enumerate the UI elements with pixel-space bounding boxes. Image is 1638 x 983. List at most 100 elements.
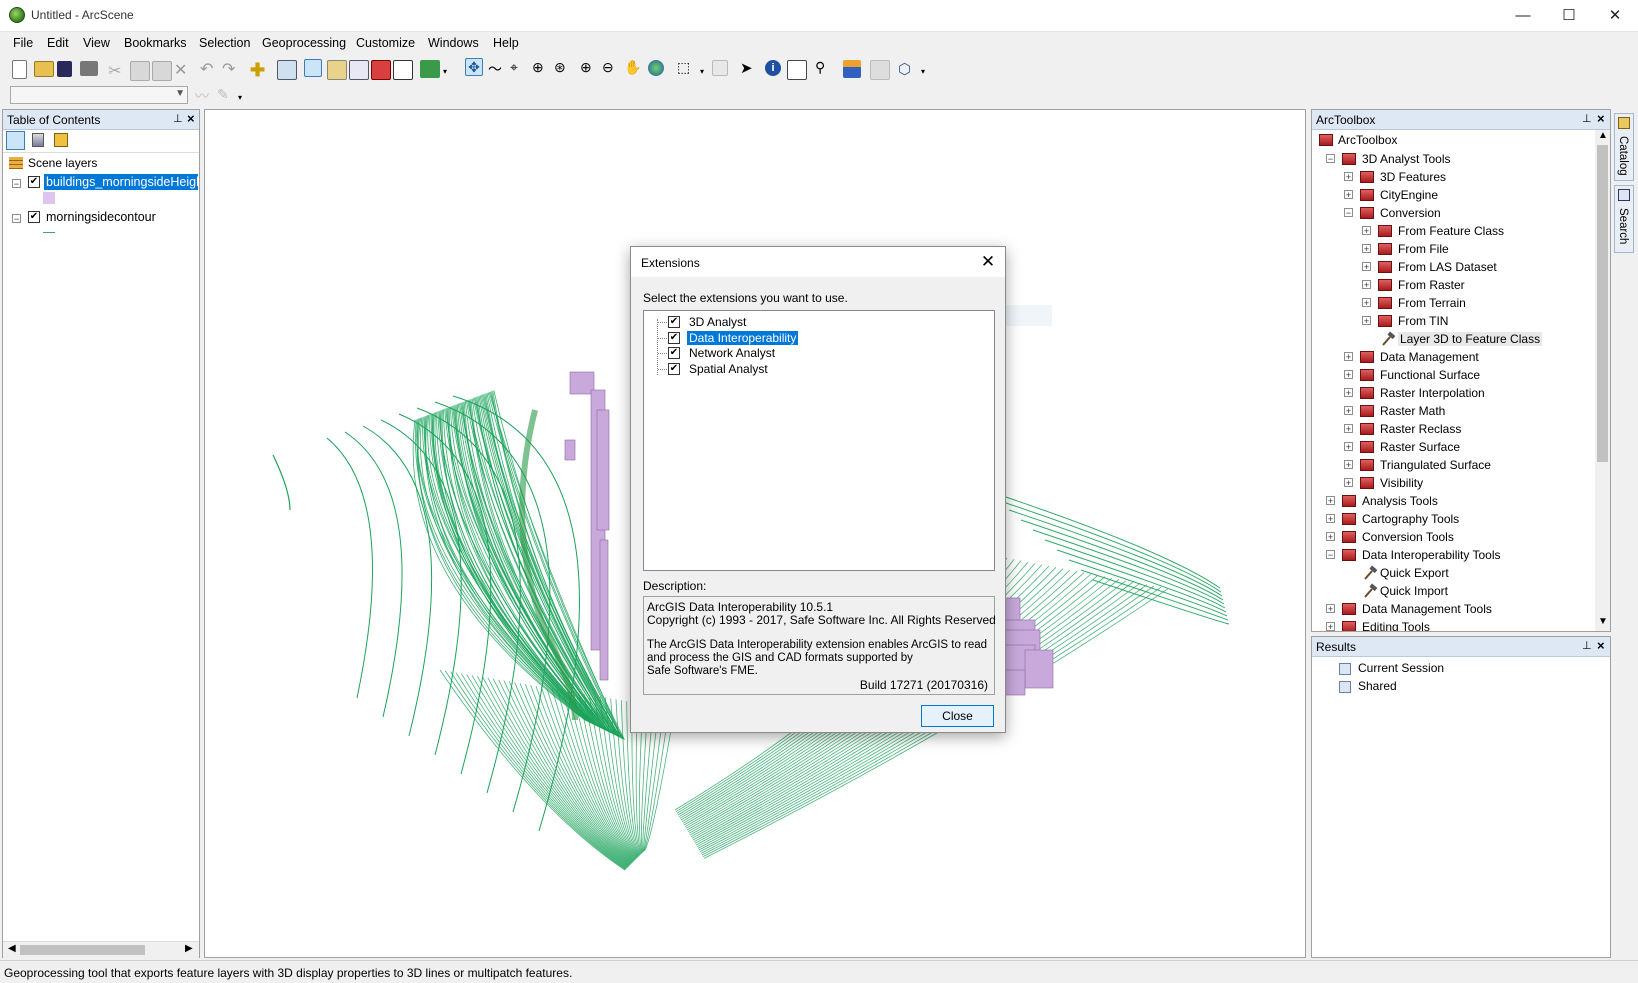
expand-icon[interactable]: + xyxy=(1326,532,1335,542)
3d-effects-icon[interactable]: ⬡ xyxy=(898,60,916,78)
navigate-icon[interactable]: ✥ xyxy=(465,58,483,76)
print-icon[interactable] xyxy=(80,61,98,76)
extension-checkbox[interactable]: ✔ xyxy=(668,362,680,375)
html-popup-icon[interactable] xyxy=(787,60,807,80)
expand-icon[interactable]: + xyxy=(1344,460,1353,470)
extension-checkbox[interactable]: ✔ xyxy=(668,331,680,344)
zoom-to-target-icon[interactable]: ⊕ xyxy=(532,59,550,77)
pin-icon[interactable]: ⊥ xyxy=(173,112,183,125)
toolbox-tree-item[interactable]: + From Terrain xyxy=(1312,294,1594,312)
identify-icon[interactable]: i xyxy=(765,60,781,76)
expand-icon[interactable]: + xyxy=(1344,370,1353,380)
scroll-up-icon[interactable]: ▲ xyxy=(1598,130,1608,141)
expand-icon[interactable]: + xyxy=(1344,478,1353,488)
toc-horizontal-scrollbar[interactable]: ◀ ▶ xyxy=(3,941,199,958)
toolbox-tree-item[interactable]: + From Feature Class xyxy=(1312,222,1594,240)
scene-properties-icon[interactable] xyxy=(277,60,297,80)
expand-icon[interactable]: + xyxy=(1362,280,1371,290)
pan-icon[interactable]: ✋ xyxy=(624,59,642,77)
toolbox-tree-item[interactable]: + Raster Interpolation xyxy=(1312,384,1594,402)
delete-icon[interactable]: ✕ xyxy=(174,60,192,79)
toolbox-tree-item[interactable]: + Data Management Tools xyxy=(1312,600,1594,618)
save-icon[interactable] xyxy=(57,61,72,77)
toolbar-overflow-2-icon[interactable]: ▾ xyxy=(921,67,929,77)
layer-visibility-checkbox[interactable]: ✔ xyxy=(28,211,40,223)
search-window-icon[interactable] xyxy=(349,60,369,80)
toolbox-tree-item[interactable]: + Cartography Tools xyxy=(1312,510,1594,528)
collapse-icon[interactable]: − xyxy=(1344,208,1353,218)
zoom-in-icon[interactable]: ⊕ xyxy=(580,59,598,77)
paste-icon[interactable] xyxy=(152,61,172,81)
catalog-window-icon[interactable] xyxy=(327,60,347,80)
select-elements-icon[interactable]: ➤ xyxy=(740,59,758,77)
select-dropdown-icon[interactable]: ▾ xyxy=(700,67,708,77)
toolbox-tree-item[interactable]: + Conversion Tools xyxy=(1312,528,1594,546)
close-window-button[interactable]: ✕ xyxy=(1592,0,1638,31)
find-icon[interactable]: ⚲ xyxy=(815,59,833,77)
toolbox-tree-item[interactable]: Layer 3D to Feature Class xyxy=(1312,330,1594,348)
open-folder-icon[interactable] xyxy=(34,61,54,77)
interpolate-point-icon[interactable]: ✎ xyxy=(217,86,235,104)
redo-icon[interactable]: ↷ xyxy=(222,59,240,78)
layer-visibility-checkbox[interactable]: ✔ xyxy=(28,176,40,188)
python-window-icon[interactable] xyxy=(393,60,413,80)
expand-icon[interactable]: + xyxy=(1362,244,1371,254)
center-on-target-icon[interactable]: ⌖ xyxy=(510,59,528,77)
modelbuilder-icon[interactable] xyxy=(420,60,440,78)
collapse-icon[interactable]: − xyxy=(12,214,21,224)
toolbox-tree-item[interactable]: + Raster Surface xyxy=(1312,438,1594,456)
toolbox-tree-item[interactable]: + Triangulated Surface xyxy=(1312,456,1594,474)
expand-icon[interactable]: + xyxy=(1326,496,1335,506)
close-button[interactable]: Close xyxy=(921,705,994,727)
scroll-left-icon[interactable]: ◀ xyxy=(8,943,16,954)
new-document-icon[interactable] xyxy=(12,60,27,79)
menu-geoprocessing[interactable]: Geoprocessing xyxy=(262,36,346,50)
expand-icon[interactable]: + xyxy=(1344,424,1353,434)
menu-help[interactable]: Help xyxy=(493,36,519,50)
layer-combobox[interactable]: ▼ xyxy=(10,86,188,104)
toolbox-tree-item[interactable]: + From Raster xyxy=(1312,276,1594,294)
extension-row[interactable]: ✔ Data Interoperability xyxy=(644,330,984,346)
layer-name-contour[interactable]: morningsidecontour xyxy=(46,210,156,224)
list-by-visibility-icon[interactable] xyxy=(54,133,68,147)
toolbox-tree-item[interactable]: + CityEngine xyxy=(1312,186,1594,204)
fly-icon[interactable]: 〜 xyxy=(488,59,506,77)
toolbox-tree-item[interactable]: + Visibility xyxy=(1312,474,1594,492)
list-by-source-icon[interactable] xyxy=(32,133,44,147)
clear-selection-icon[interactable] xyxy=(712,60,728,76)
interpolate-line-icon[interactable]: 〰 xyxy=(195,86,213,104)
toolbox-tree-item[interactable]: − Conversion xyxy=(1312,204,1594,222)
search-tab[interactable]: Search xyxy=(1614,185,1634,253)
collapse-icon[interactable]: − xyxy=(1326,154,1335,164)
expand-icon[interactable]: + xyxy=(1344,190,1353,200)
results-shared[interactable]: Shared xyxy=(1358,679,1397,693)
toolbox-tree-item[interactable]: + Functional Surface xyxy=(1312,366,1594,384)
cut-icon[interactable]: ✂ xyxy=(108,61,126,80)
expand-icon[interactable]: + xyxy=(1362,262,1371,272)
toolbar-overflow-icon[interactable]: ▾ xyxy=(443,67,451,77)
expand-icon[interactable]: + xyxy=(1344,172,1353,182)
undo-icon[interactable]: ↶ xyxy=(200,59,218,78)
toolbox-tree-item[interactable]: + Raster Reclass xyxy=(1312,420,1594,438)
menu-edit[interactable]: Edit xyxy=(47,36,69,50)
toolbox-tree-item[interactable]: Quick Import xyxy=(1312,582,1594,600)
toolbox-tree-item[interactable]: − Data Interoperability Tools xyxy=(1312,546,1594,564)
expand-icon[interactable]: + xyxy=(1344,442,1353,452)
full-extent-icon[interactable] xyxy=(648,60,664,76)
menu-selection[interactable]: Selection xyxy=(199,36,250,50)
extension-row[interactable]: ✔ Spatial Analyst xyxy=(644,361,984,377)
add-data-icon[interactable]: ✚ xyxy=(250,60,268,80)
catalog-tab[interactable]: Catalog xyxy=(1614,113,1634,181)
menu-view[interactable]: View xyxy=(83,36,110,50)
expand-icon[interactable]: + xyxy=(1326,604,1335,614)
extensions-list[interactable]: ✔ 3D Analyst ✔ Data Interoperability ✔ Networ… xyxy=(643,310,995,571)
expand-icon[interactable]: + xyxy=(1326,514,1335,524)
toolbox-tree-item[interactable]: + From File xyxy=(1312,240,1594,258)
arctoolbox-root-label[interactable]: ArcToolbox xyxy=(1338,133,1397,147)
results-current-session[interactable]: Current Session xyxy=(1358,661,1444,675)
pin-icon[interactable]: ⊥ xyxy=(1582,112,1592,125)
menu-file[interactable]: File xyxy=(13,36,33,50)
set-observer-icon[interactable]: ⊛ xyxy=(554,59,572,77)
expand-icon[interactable]: + xyxy=(1362,298,1371,308)
toolbox-tree-item[interactable]: + Raster Math xyxy=(1312,402,1594,420)
